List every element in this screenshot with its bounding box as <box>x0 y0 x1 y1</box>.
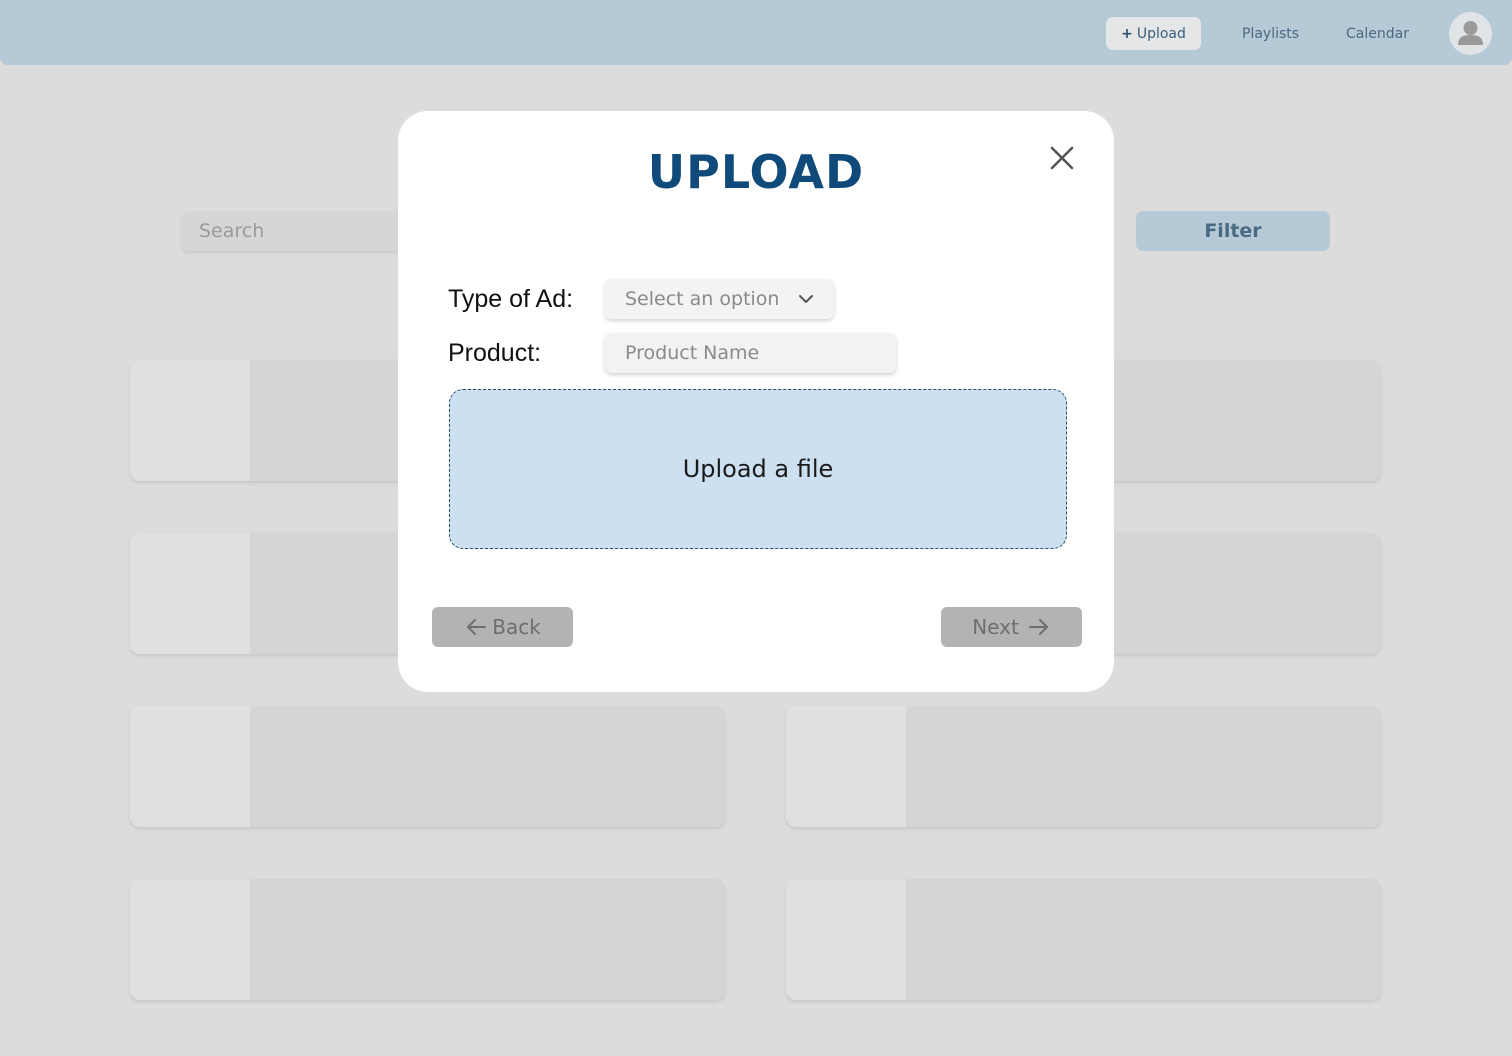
plus-icon: + <box>1121 25 1133 42</box>
type-of-ad-value: Select an option <box>625 288 780 310</box>
top-nav-bar: + Upload Playlists Calendar <box>0 0 1512 65</box>
nav-upload-button[interactable]: + Upload <box>1106 17 1201 50</box>
arrow-left-icon <box>467 619 487 635</box>
type-of-ad-label: Type of Ad: <box>448 285 574 313</box>
product-name-input[interactable] <box>605 333 896 373</box>
card-body <box>906 879 1381 1000</box>
card-body <box>906 706 1381 827</box>
list-card[interactable] <box>786 706 1381 827</box>
list-card[interactable] <box>786 879 1381 1000</box>
card-thumbnail <box>786 706 906 827</box>
product-label: Product: <box>448 339 542 367</box>
list-card[interactable] <box>130 706 725 827</box>
back-button-label: Back <box>492 615 541 639</box>
next-button[interactable]: Next <box>941 607 1082 647</box>
type-of-ad-select[interactable]: Select an option <box>605 279 834 319</box>
back-button[interactable]: Back <box>432 607 573 647</box>
nav-link-calendar[interactable]: Calendar <box>1346 17 1409 50</box>
card-thumbnail <box>130 879 250 1000</box>
modal-title: UPLOAD <box>647 145 865 199</box>
close-icon[interactable] <box>1046 142 1078 174</box>
file-dropzone[interactable]: Upload a file <box>449 389 1067 549</box>
dropzone-label: Upload a file <box>682 455 834 483</box>
next-button-label: Next <box>972 615 1019 639</box>
card-thumbnail <box>130 706 250 827</box>
arrow-right-icon <box>1028 619 1048 635</box>
card-thumbnail <box>130 533 250 654</box>
chevron-down-icon <box>799 295 813 303</box>
nav-link-playlists[interactable]: Playlists <box>1242 17 1299 50</box>
list-card[interactable] <box>130 879 725 1000</box>
card-thumbnail <box>786 879 906 1000</box>
card-body <box>250 706 725 827</box>
filter-button[interactable]: Filter <box>1136 211 1330 251</box>
nav-upload-label: Upload <box>1136 25 1186 42</box>
card-thumbnail <box>130 360 250 481</box>
user-avatar-icon[interactable] <box>1449 12 1492 55</box>
card-body <box>250 879 725 1000</box>
